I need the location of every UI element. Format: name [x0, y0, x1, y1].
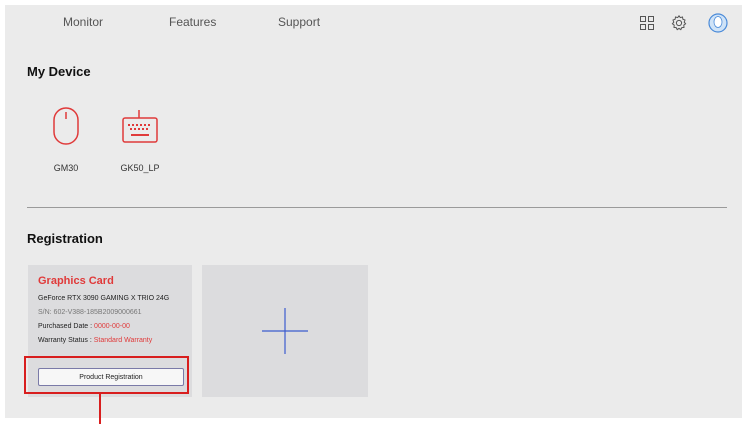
device-gk50-lp[interactable]: GK50_LP [112, 106, 168, 173]
card-product-name: GeForce RTX 3090 GAMING X TRIO 24G [38, 295, 170, 302]
device-gm30[interactable]: GM30 [38, 106, 94, 173]
user-avatar-icon[interactable] [708, 13, 728, 33]
card-warranty-status: Warranty Status : Standard Warranty [38, 337, 152, 344]
highlight-annotation-line [99, 394, 101, 424]
grid-icon[interactable] [637, 13, 657, 33]
section-divider [27, 207, 727, 208]
nav-monitor[interactable]: Monitor [63, 15, 103, 29]
registration-title: Registration [27, 231, 103, 246]
purchased-value: 0000-00-00 [94, 323, 130, 330]
device-label: GK50_LP [120, 163, 160, 173]
highlight-annotation-box [24, 356, 189, 394]
top-navigation: Monitor Features Support [5, 5, 742, 41]
card-serial-number: S/N: 602-V388-185B2009000661 [38, 309, 142, 316]
device-label: GM30 [53, 163, 79, 173]
keyboard-icon [122, 110, 158, 143]
nav-support[interactable]: Support [278, 15, 320, 29]
card-purchased-date: Purchased Date : 0000-00-00 [38, 323, 130, 330]
add-registration-card[interactable] [202, 265, 368, 397]
gear-icon[interactable] [669, 13, 689, 33]
warranty-value: Standard Warranty [93, 337, 153, 344]
my-device-title: My Device [27, 64, 91, 79]
card-category: Graphics Card [38, 275, 114, 287]
warranty-label: Warranty Status : [38, 337, 92, 344]
plus-icon [262, 308, 308, 354]
mouse-icon [53, 107, 79, 145]
purchased-label: Purchased Date : [38, 323, 93, 330]
nav-features[interactable]: Features [169, 15, 216, 29]
